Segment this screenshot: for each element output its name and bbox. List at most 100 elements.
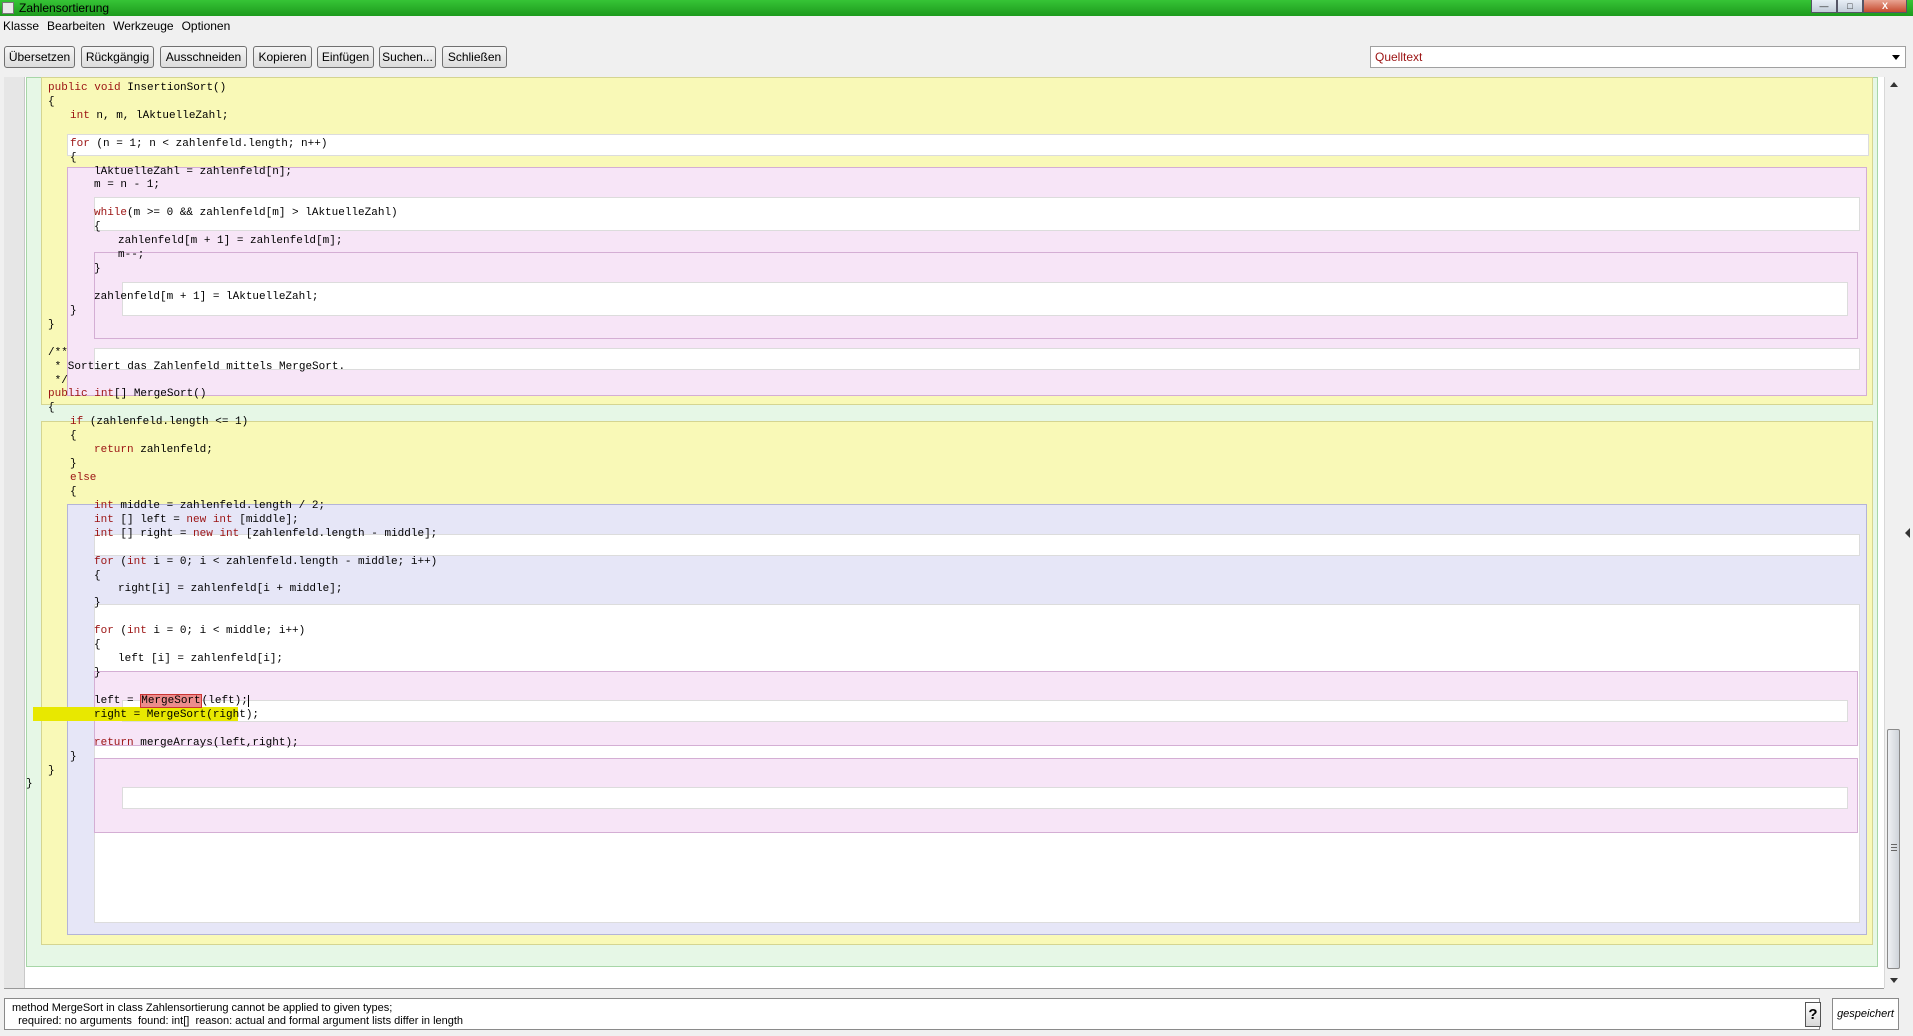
code-keyword: int	[94, 388, 115, 401]
code-token: middle = zahlenfeld.length / 2;	[120, 499, 326, 512]
code-token: }	[48, 764, 55, 777]
code-token: [] right =	[120, 527, 194, 540]
code-token: m--;	[118, 249, 145, 262]
grip-icon	[1891, 844, 1897, 851]
window-controls: — □ X	[1811, 0, 1907, 14]
code-keyword: for	[94, 625, 121, 638]
close-window-button[interactable]: X	[1863, 0, 1907, 13]
code-token: n, m, lAktuelleZahl;	[96, 109, 229, 122]
maximize-button[interactable]: □	[1837, 0, 1863, 13]
code-token: {	[70, 151, 77, 164]
compile-button[interactable]: Übersetzen	[4, 46, 75, 68]
code-line: }	[70, 304, 77, 318]
code-line: {	[70, 429, 77, 443]
menu-optionen[interactable]: Optionen	[178, 16, 235, 36]
collapse-panel-arrow-icon[interactable]	[1905, 528, 1910, 538]
scrollbar-thumb[interactable]	[1887, 729, 1900, 969]
code-token: m = n - 1;	[94, 179, 161, 192]
copy-button[interactable]: Kopieren	[253, 46, 312, 68]
compiler-message-box: method MergeSort in class Zahlensortieru…	[4, 998, 1821, 1030]
menu-bearbeiten[interactable]: Bearbeiten	[43, 16, 109, 36]
code-keyword: int	[219, 527, 246, 540]
code-line: {	[48, 95, 55, 109]
code-line: zahlenfeld[m + 1] = zahlenfeld[m];	[118, 234, 342, 248]
view-select-value: Quelltext	[1375, 50, 1423, 64]
code-token: }	[94, 263, 101, 275]
code-line: {	[94, 569, 101, 583]
code-token: {	[48, 95, 55, 108]
code-token: {	[70, 485, 77, 498]
help-button[interactable]: ?	[1805, 1002, 1821, 1027]
minimize-button[interactable]: —	[1811, 0, 1837, 13]
find-button[interactable]: Suchen...	[379, 46, 436, 68]
code-keyword: void	[94, 81, 128, 94]
code-line: }	[94, 262, 101, 276]
code-line: {	[70, 485, 77, 499]
code-token: }	[48, 318, 55, 331]
code-line: lAktuelleZahl = zahlenfeld[n];	[94, 165, 292, 179]
code-keyword: new	[186, 513, 213, 526]
code-token: [zahlenfeld.length - middle];	[245, 527, 438, 540]
code-line: int n, m, lAktuelleZahl;	[70, 109, 228, 123]
code-keyword: else	[70, 472, 97, 484]
code-keyword: int	[127, 555, 154, 568]
code-token: {	[94, 569, 101, 582]
editor-vertical-scrollbar[interactable]	[1884, 77, 1902, 988]
code-token: (m >= 0 && zahlenfeld[m] > lAktuelleZahl…	[127, 207, 398, 220]
code-line: }	[48, 318, 55, 332]
for-loop-left-body	[122, 787, 1848, 809]
code-token: (zahlenfeld.length <= 1)	[89, 416, 249, 429]
close-editor-button[interactable]: Schließen	[442, 46, 507, 68]
paste-button[interactable]: Einfügen	[317, 46, 374, 68]
status-bar: method MergeSort in class Zahlensortieru…	[4, 998, 1899, 1030]
code-token: }	[26, 778, 33, 791]
code-line: left = MergeSort(left);	[94, 693, 249, 708]
code-line: public void InsertionSort()	[48, 81, 226, 95]
code-token: zahlenfeld;	[140, 444, 213, 457]
code-keyword: int	[94, 499, 121, 512]
menu-werkzeuge[interactable]: Werkzeuge	[109, 16, 177, 36]
scroll-up-arrow-icon[interactable]	[1890, 82, 1898, 87]
method-body-insertionsort	[67, 134, 1869, 156]
code-line: right = MergeSort(right);	[94, 708, 259, 722]
cut-button[interactable]: Ausschneiden	[160, 46, 247, 68]
code-keyword: int	[94, 513, 121, 526]
code-token: [] MergeSort()	[114, 388, 207, 401]
code-token: zahlenfeld[m + 1] = zahlenfeld[m];	[118, 235, 343, 248]
code-keyword: new	[193, 527, 220, 540]
code-editor[interactable]: */public void InsertionSort(){int n, m, …	[4, 77, 1884, 989]
scroll-down-arrow-icon[interactable]	[1890, 978, 1898, 983]
code-token: }	[70, 304, 77, 317]
code-token: */	[48, 374, 68, 387]
error-highlight: MergeSort	[140, 693, 202, 708]
for-loop-tail-body	[94, 348, 1860, 370]
code-token: {	[94, 639, 101, 652]
code-token: {	[48, 402, 55, 415]
for-loop-right-body	[122, 700, 1848, 722]
code-token: i = 0; i < zahlenfeld.length - middle; i…	[153, 555, 438, 568]
code-token: */	[48, 77, 68, 80]
code-line: return mergeArrays(left,right);	[94, 736, 299, 750]
code-line: }	[70, 750, 77, 764]
code-line: while(m >= 0 && zahlenfeld[m] > lAktuell…	[94, 206, 398, 220]
code-line: }	[94, 596, 101, 610]
code-line: * Sortiert das Zahlenfeld mittels MergeS…	[48, 360, 345, 374]
code-token: mergeArrays(left,right);	[140, 736, 299, 749]
code-token: left [i] = zahlenfeld[i];	[118, 653, 284, 666]
code-token: /**	[48, 346, 68, 359]
line-gutter[interactable]	[4, 77, 25, 988]
code-token: (n = 1; n < zahlenfeld.length; n++)	[96, 137, 328, 150]
code-line: return zahlenfeld;	[94, 443, 213, 457]
code-line: {	[94, 220, 101, 234]
view-select[interactable]: Quelltext	[1370, 46, 1906, 68]
code-line: {	[48, 401, 55, 415]
code-keyword: int	[127, 625, 154, 638]
code-keyword: int	[94, 527, 121, 540]
undo-button[interactable]: Rückgängig	[81, 46, 154, 68]
app-icon	[2, 2, 14, 14]
code-keyword: public	[48, 81, 95, 94]
code-token: lAktuelleZahl = zahlenfeld[n];	[94, 165, 293, 178]
code-line: {	[94, 638, 101, 652]
while-loop-body	[122, 282, 1848, 316]
menu-klasse[interactable]: Klasse	[0, 16, 43, 36]
